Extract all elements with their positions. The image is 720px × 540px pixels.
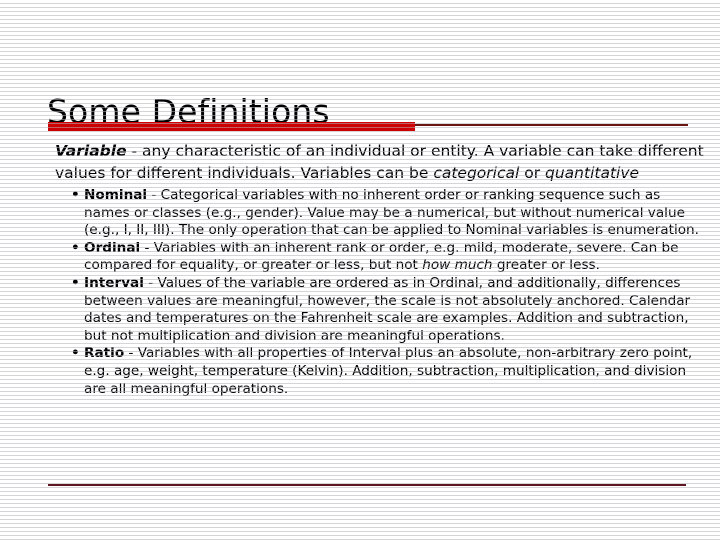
slide-body: Variable - any characteristic of an indi… (55, 141, 705, 398)
bullet-marker-icon: • (71, 345, 80, 362)
list-item-text-2: greater or less. (492, 257, 600, 274)
list-item-italic: how much (422, 257, 493, 274)
definition-text-2: or (519, 163, 546, 182)
definition-dash: - (126, 142, 143, 160)
list-item-name: Nominal (84, 187, 148, 203)
list-item-dash: - (143, 274, 158, 291)
definition-italic-quantitative: quantitative (545, 163, 640, 182)
list-item-text-1: Categorical variables with no inherent o… (84, 187, 699, 239)
definition-paragraph: Variable - any characteristic of an indi… (55, 141, 705, 184)
footer-rule (48, 484, 686, 486)
definition-bullet-list: • Nominal - Categorical variables with n… (55, 187, 705, 398)
list-item-name: Ratio (84, 345, 125, 362)
presentation-slide: Some Definitions Variable - any characte… (0, 0, 720, 540)
list-item: • Ratio - Variables with all properties … (71, 345, 705, 398)
title-divider-accent-bar (48, 122, 415, 131)
list-item-text-1: Variables with all properties of Interva… (84, 345, 693, 397)
title-divider (48, 122, 688, 131)
list-item-name: Ordinal (84, 239, 141, 256)
list-item: • Interval - Values of the variable are … (71, 275, 705, 345)
title-divider-thin-rule (415, 124, 688, 126)
list-item-text-1: Values of the variable are ordered as in… (84, 274, 691, 344)
list-item-dash: - (140, 239, 154, 256)
list-item-dash: - (147, 187, 161, 203)
list-item-name: Interval (84, 274, 144, 291)
list-item: • Ordinal - Variables with an inherent r… (71, 240, 705, 275)
list-item: • Nominal - Categorical variables with n… (71, 187, 705, 240)
definition-italic-categorical: categorical (433, 163, 520, 182)
bullet-marker-icon: • (71, 187, 80, 203)
list-item-dash: - (124, 345, 138, 362)
bullet-marker-icon: • (71, 274, 80, 291)
definition-term: Variable (55, 142, 127, 160)
bullet-marker-icon: • (71, 239, 80, 256)
